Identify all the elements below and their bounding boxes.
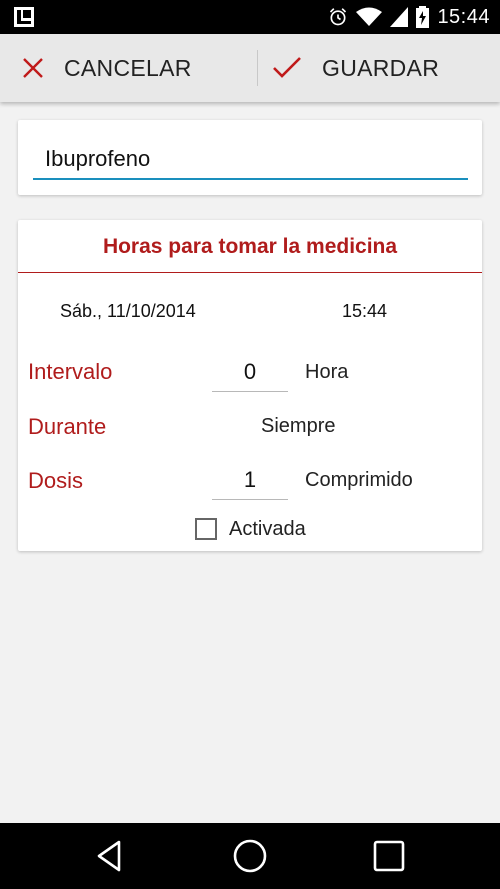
cancel-label: CANCELAR [64,54,192,81]
during-label: Durante [28,414,107,439]
home-icon[interactable] [230,836,270,876]
battery-charging-icon [416,6,430,28]
back-icon[interactable] [90,836,130,876]
app-notification-icon [14,7,34,27]
dose-unit: Comprimido [305,469,413,491]
during-value[interactable]: Siempre [261,415,335,438]
interval-input[interactable] [212,352,288,392]
wifi-icon [356,7,383,26]
dose-input[interactable] [212,460,288,500]
interval-label: Intervalo [28,359,113,384]
medicine-name-input[interactable] [33,140,468,180]
date-picker[interactable]: Sáb., 11/10/2014 [60,301,196,322]
alarm-icon [330,8,347,26]
schedule-card: Horas para tomar la medicina Sáb., 11/10… [18,220,482,551]
action-bar: CANCELAR GUARDAR [0,34,500,102]
schedule-title: Horas para tomar la medicina [102,235,398,258]
check-icon [273,57,301,78]
recents-icon[interactable] [369,836,409,876]
interval-unit: Hora [305,361,349,383]
signal-icon [390,7,409,27]
activated-checkbox[interactable] [195,518,217,540]
save-button[interactable]: GUARDAR [250,34,500,102]
status-time: 15:44 [437,5,490,28]
medicine-name-card [18,120,482,195]
time-picker[interactable]: 15:44 [342,301,387,322]
title-divider [18,272,482,273]
close-icon [23,58,43,78]
action-divider [257,50,258,86]
navigation-bar [0,823,500,889]
dose-label: Dosis [28,468,84,493]
cancel-button[interactable]: CANCELAR [0,34,250,102]
activated-label: Activada [229,518,306,540]
status-bar: 15:44 [0,0,500,34]
status-icons: 15:44 [328,0,490,34]
save-label: GUARDAR [322,54,440,81]
